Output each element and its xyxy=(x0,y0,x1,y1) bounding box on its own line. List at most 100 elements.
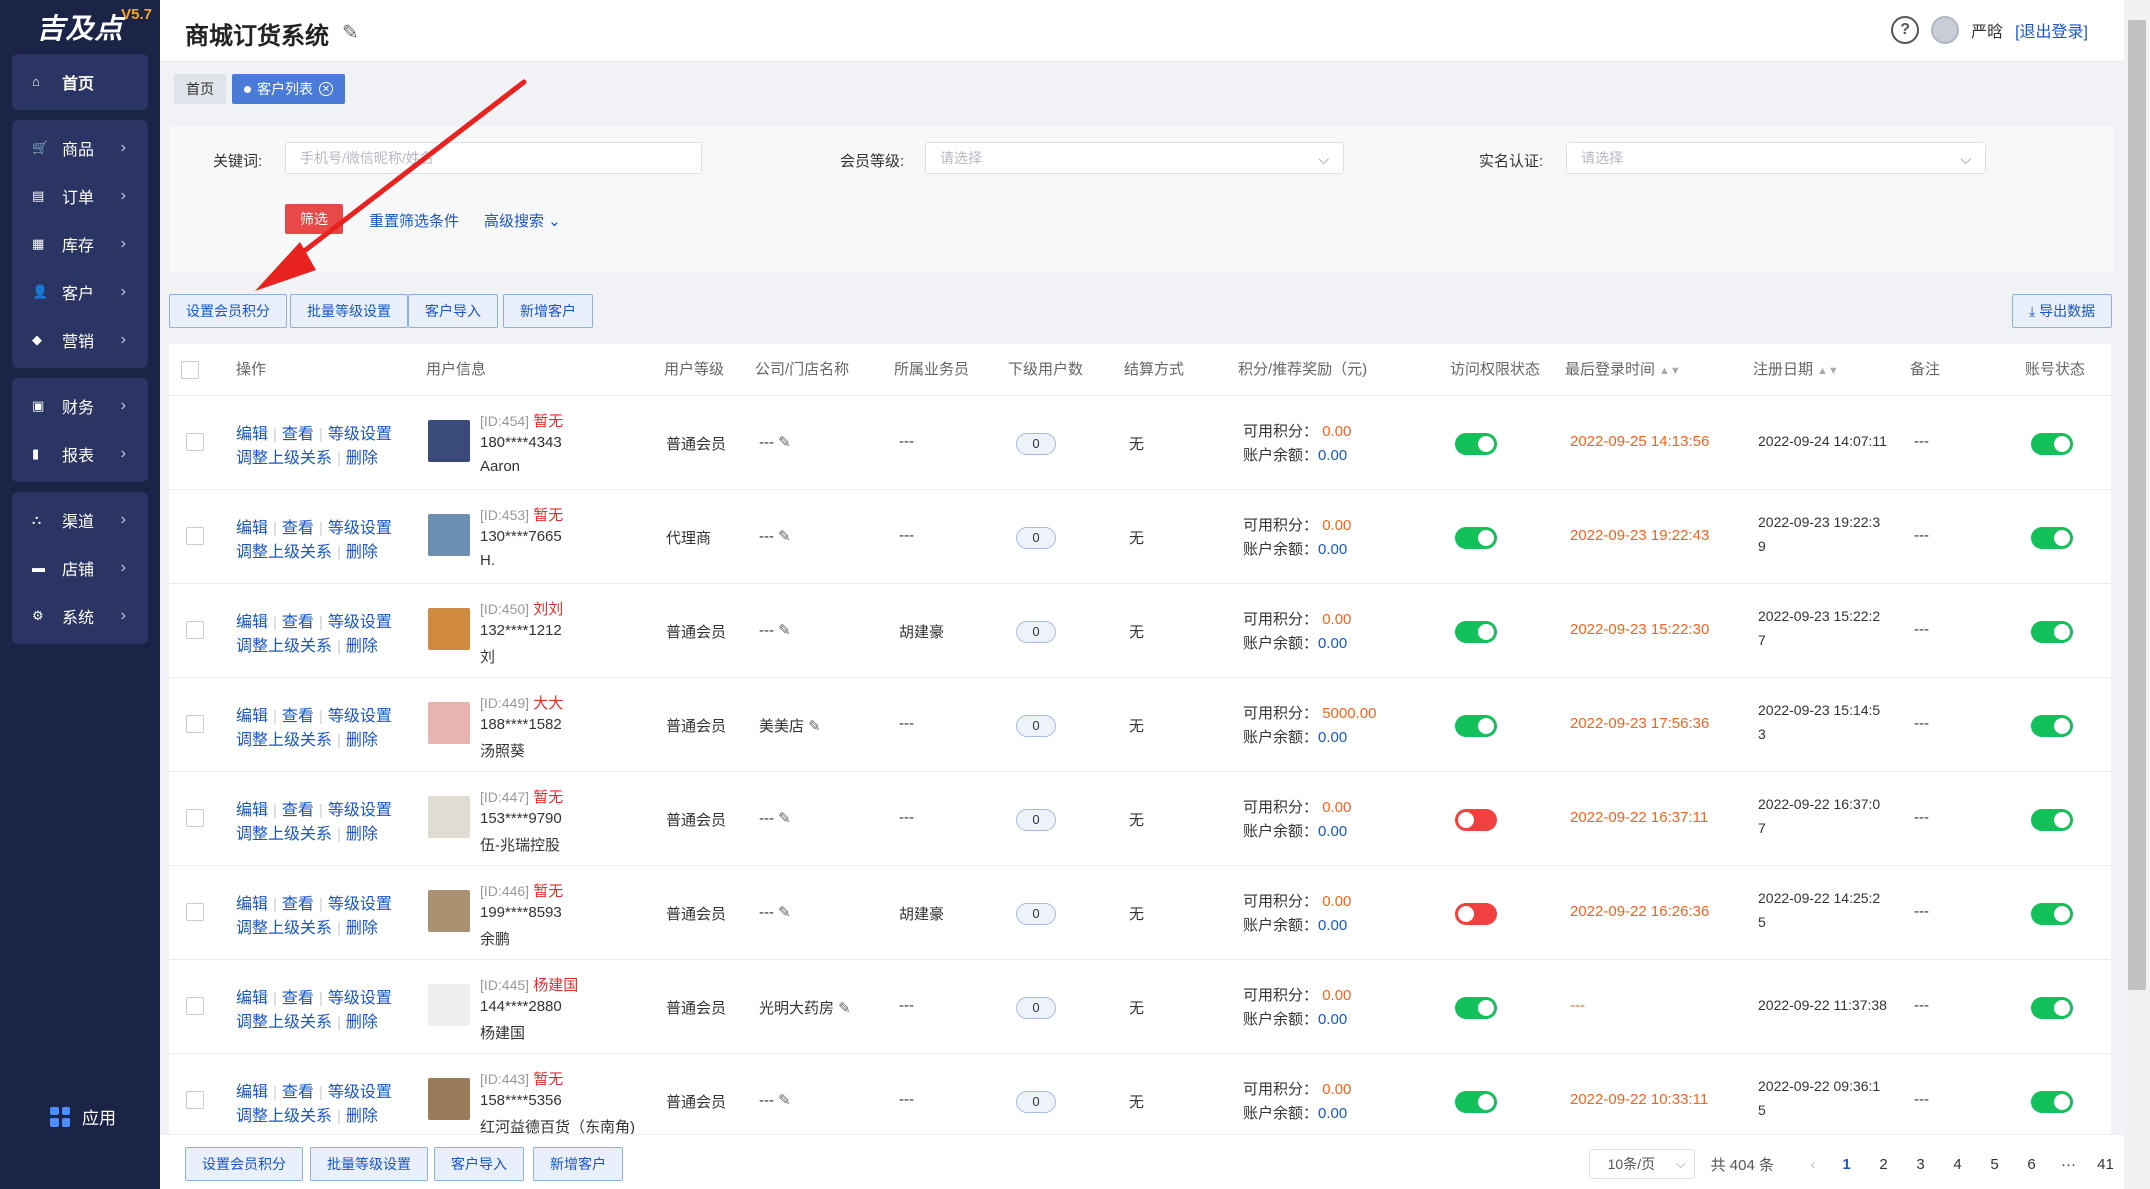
page-3[interactable]: 3 xyxy=(1902,1156,1939,1173)
help-icon[interactable]: ? xyxy=(1891,16,1920,44)
tab-customer-list[interactable]: 客户列表 ✕ xyxy=(232,74,345,104)
row-checkbox[interactable] xyxy=(186,1091,204,1109)
row-checkbox[interactable] xyxy=(186,527,204,545)
row-checkbox[interactable] xyxy=(186,997,204,1015)
page-5[interactable]: 5 xyxy=(1976,1156,2013,1173)
account-status-toggle[interactable] xyxy=(2031,433,2073,455)
access-toggle[interactable] xyxy=(1455,433,1497,455)
edit-link[interactable]: 编辑 xyxy=(236,1084,268,1101)
account-status-toggle[interactable] xyxy=(2031,715,2073,737)
level-setting-link[interactable]: 等级设置 xyxy=(328,520,392,537)
sidebar-item-0-0[interactable]: ⌂ 首页 xyxy=(12,58,148,106)
add-customer-button[interactable]: 新增客户 xyxy=(503,294,593,328)
sidebar-item-1-3[interactable]: 👤 客户 › xyxy=(12,268,148,316)
filter-button[interactable]: 筛选 xyxy=(285,204,343,234)
level-setting-link[interactable]: 等级设置 xyxy=(328,802,392,819)
sidebar-item-3-0[interactable]: ⛬ 渠道 › xyxy=(12,496,148,544)
sidebar-item-1-2[interactable]: ▦ 库存 › xyxy=(12,220,148,268)
sidebar-item-1-0[interactable]: 🛒 商品 › xyxy=(12,124,148,172)
edit-pencil-icon[interactable]: ✎ xyxy=(778,434,791,451)
keyword-input[interactable]: 手机号/微信昵称/姓名 xyxy=(285,142,702,174)
access-toggle[interactable] xyxy=(1455,1091,1497,1113)
member-level-select[interactable]: 请选择 ⌵ xyxy=(925,142,1344,174)
edit-title-pencil-icon[interactable]: ✎ xyxy=(342,20,359,45)
view-link[interactable]: 查看 xyxy=(282,426,314,443)
sidebar-item-2-0[interactable]: ▣ 财务 › xyxy=(12,382,148,430)
edit-link[interactable]: 编辑 xyxy=(236,802,268,819)
page-41[interactable]: 41 xyxy=(2087,1156,2124,1173)
edit-link[interactable]: 编辑 xyxy=(236,990,268,1007)
account-status-toggle[interactable] xyxy=(2031,527,2073,549)
delete-link[interactable]: 删除 xyxy=(346,638,378,655)
edit-pencil-icon[interactable]: ✎ xyxy=(778,1092,791,1109)
col-last-login[interactable]: 最后登录时间 ▲▼ xyxy=(1565,344,1681,397)
level-setting-link[interactable]: 等级设置 xyxy=(328,708,392,725)
account-status-toggle[interactable] xyxy=(2031,621,2073,643)
page-6[interactable]: 6 xyxy=(2013,1156,2050,1173)
account-status-toggle[interactable] xyxy=(2031,903,2073,925)
edit-link[interactable]: 编辑 xyxy=(236,614,268,631)
sub-user-count[interactable]: 0 xyxy=(1016,997,1056,1019)
row-checkbox[interactable] xyxy=(186,433,204,451)
delete-link[interactable]: 删除 xyxy=(346,920,378,937)
prev-page-icon[interactable]: ‹ xyxy=(1798,1156,1828,1173)
level-setting-link[interactable]: 等级设置 xyxy=(328,426,392,443)
logout-link[interactable]: [退出登录] xyxy=(2015,18,2088,42)
edit-pencil-icon[interactable]: ✎ xyxy=(778,528,791,545)
user-avatar[interactable] xyxy=(1931,16,1960,44)
view-link[interactable]: 查看 xyxy=(282,520,314,537)
level-setting-link[interactable]: 等级设置 xyxy=(328,614,392,631)
adjust-parent-link[interactable]: 调整上级关系 xyxy=(236,544,332,561)
account-status-toggle[interactable] xyxy=(2031,1091,2073,1113)
access-toggle[interactable] xyxy=(1455,527,1497,549)
set-points-button-bottom[interactable]: 设置会员积分 xyxy=(185,1147,303,1181)
realname-select[interactable]: 请选择 ⌵ xyxy=(1566,142,1986,174)
edit-pencil-icon[interactable]: ✎ xyxy=(778,622,791,639)
edit-link[interactable]: 编辑 xyxy=(236,708,268,725)
delete-link[interactable]: 删除 xyxy=(346,1014,378,1031)
batch-level-button-bottom[interactable]: 批量等级设置 xyxy=(310,1147,428,1181)
sub-user-count[interactable]: 0 xyxy=(1016,527,1056,549)
edit-pencil-icon[interactable]: ✎ xyxy=(838,1000,851,1017)
adjust-parent-link[interactable]: 调整上级关系 xyxy=(236,638,332,655)
delete-link[interactable]: 删除 xyxy=(346,732,378,749)
apps-button[interactable]: 应用 xyxy=(50,1104,116,1129)
import-customers-button-bottom[interactable]: 客户导入 xyxy=(434,1147,524,1181)
add-customer-button-bottom[interactable]: 新增客户 xyxy=(533,1147,623,1181)
edit-link[interactable]: 编辑 xyxy=(236,426,268,443)
page-1[interactable]: 1 xyxy=(1828,1156,1865,1173)
select-all-checkbox[interactable] xyxy=(181,361,199,379)
access-toggle[interactable] xyxy=(1455,903,1497,925)
page-4[interactable]: 4 xyxy=(1939,1156,1976,1173)
page-2[interactable]: 2 xyxy=(1865,1156,1902,1173)
sub-user-count[interactable]: 0 xyxy=(1016,621,1056,643)
sidebar-item-1-1[interactable]: ▤ 订单 › xyxy=(12,172,148,220)
sub-user-count[interactable]: 0 xyxy=(1016,1091,1056,1113)
edit-link[interactable]: 编辑 xyxy=(236,520,268,537)
view-link[interactable]: 查看 xyxy=(282,990,314,1007)
access-toggle[interactable] xyxy=(1455,997,1497,1019)
sidebar-item-3-1[interactable]: ▬ 店铺 › xyxy=(12,544,148,592)
adjust-parent-link[interactable]: 调整上级关系 xyxy=(236,920,332,937)
account-status-toggle[interactable] xyxy=(2031,809,2073,831)
page-···[interactable]: ··· xyxy=(2050,1156,2087,1173)
adjust-parent-link[interactable]: 调整上级关系 xyxy=(236,450,332,467)
edit-link[interactable]: 编辑 xyxy=(236,896,268,913)
delete-link[interactable]: 删除 xyxy=(346,450,378,467)
sub-user-count[interactable]: 0 xyxy=(1016,903,1056,925)
account-status-toggle[interactable] xyxy=(2031,997,2073,1019)
page-size-select[interactable]: 10条/页 ⌵ xyxy=(1588,1149,1695,1179)
tab-close-icon[interactable]: ✕ xyxy=(319,82,333,96)
import-customers-button[interactable]: 客户导入 xyxy=(408,294,498,328)
adjust-parent-link[interactable]: 调整上级关系 xyxy=(236,732,332,749)
tab-home[interactable]: 首页 xyxy=(174,74,226,104)
view-link[interactable]: 查看 xyxy=(282,896,314,913)
col-reg-date[interactable]: 注册日期 ▲▼ xyxy=(1753,344,1839,397)
reset-filter-link[interactable]: 重置筛选条件 xyxy=(369,210,459,231)
view-link[interactable]: 查看 xyxy=(282,1084,314,1101)
adjust-parent-link[interactable]: 调整上级关系 xyxy=(236,1014,332,1031)
sub-user-count[interactable]: 0 xyxy=(1016,715,1056,737)
level-setting-link[interactable]: 等级设置 xyxy=(328,990,392,1007)
access-toggle[interactable] xyxy=(1455,621,1497,643)
sub-user-count[interactable]: 0 xyxy=(1016,433,1056,455)
